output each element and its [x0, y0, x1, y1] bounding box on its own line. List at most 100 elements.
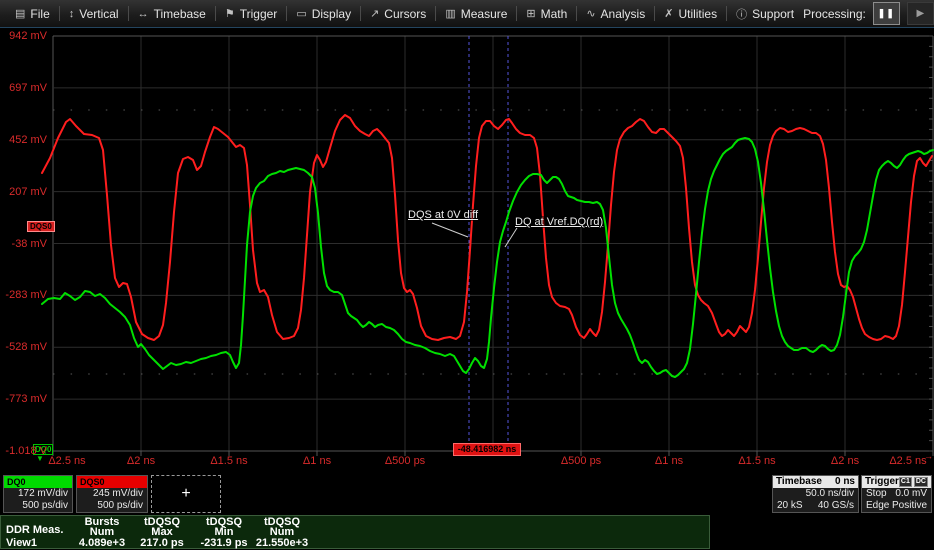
menu-item-label: File: [30, 7, 49, 21]
channel-box-dq0[interactable]: DQ0 172 mV/div 500 ps/div: [3, 475, 73, 513]
y-axis-label: 942 mV: [1, 30, 47, 42]
timebase-header: Timebase 0 ns: [773, 476, 858, 488]
support-icon: ⓘ: [736, 6, 747, 22]
trigger-title: Trigger: [865, 476, 899, 488]
processing-play-button[interactable]: ▶: [907, 2, 934, 25]
menu-bar: ▤File↕Vertical↔Timebase⚑Trigger▭Display↗…: [0, 0, 934, 28]
menu-item-cursors[interactable]: ↗ Cursors: [361, 0, 435, 27]
menu-item-timebase[interactable]: ↔ Timebase: [129, 0, 215, 27]
processing-pause-button[interactable]: ❚❚: [873, 2, 900, 25]
vertical-icon: ↕: [69, 8, 75, 20]
trigger-badge-c1: C1: [899, 477, 912, 487]
menu-item-label: Support: [752, 7, 794, 21]
timebase-acq: 20 kS 40 GS/s: [773, 500, 858, 512]
ddr-col-header: tDQSQMax: [131, 517, 193, 537]
menu-bar-right: Processing: ❚❚ ▶ Default: Undo ↶: [803, 1, 934, 27]
timebase-box[interactable]: Timebase 0 ns 50.0 ns/div 20 kS 40 GS/s: [772, 475, 859, 513]
y-axis-label: -1.018 V: [1, 445, 47, 457]
ddr-measure-table[interactable]: DDR Meas. View1 BurstsNum4.089e+3tDQSQMa…: [0, 515, 710, 549]
cursor-delta-readout[interactable]: -48.416982 ns: [453, 443, 521, 456]
x-axis-label: Δ1 ns: [303, 455, 331, 467]
y-axis-label: -283 mV: [1, 289, 47, 301]
menu-item-measure[interactable]: ▥ Measure: [436, 0, 516, 27]
menu-items: ▤File↕Vertical↔Timebase⚑Trigger▭Display↗…: [6, 0, 803, 27]
timebase-icon: ↔: [138, 8, 149, 20]
trigger-mode-line: Stop 0.0 mV: [862, 488, 931, 500]
dq0-trace: [42, 138, 933, 377]
menu-item-label: Analysis: [601, 7, 646, 21]
math-icon: ⊞: [526, 7, 535, 20]
trigger-header: Trigger C1DC: [862, 476, 931, 488]
ddr-col-value: 4.089e+3: [71, 537, 133, 549]
measure-icon: ▥: [445, 7, 455, 20]
x-axis-label: Δ2.5 ns: [889, 455, 926, 467]
menu-item-display[interactable]: ▭Display: [287, 0, 360, 27]
timebase-rate: 40 GS/s: [818, 500, 854, 512]
waveform-display: [0, 28, 934, 472]
menu-item-label: Vertical: [79, 7, 118, 21]
x-axis-label: Δ1 ns: [655, 455, 683, 467]
menu-item-utilities[interactable]: ✗ Utilities: [655, 0, 726, 27]
trigger-type-line: Edge Positive: [862, 500, 931, 512]
timebase-samples: 20 kS: [777, 500, 803, 512]
x-axis-label: Δ2.5 ns: [48, 455, 85, 467]
trigger-mode: Stop: [866, 488, 887, 500]
menu-item-analysis[interactable]: ∿ Analysis: [577, 0, 654, 27]
file-icon: ▤: [15, 7, 25, 20]
ddr-col-header: tDQSQMin: [193, 517, 255, 537]
cursors-icon: ↗: [370, 7, 379, 20]
channel-box-dqs0[interactable]: DQS0 245 mV/div 500 ps/div: [76, 475, 148, 513]
menu-item-math[interactable]: ⊞Math: [517, 0, 576, 27]
processing-label: Processing:: [803, 7, 866, 21]
x-axis-label: Δ1.5 ns: [210, 455, 247, 467]
y-axis-label: 207 mV: [1, 186, 47, 198]
trigger-slope: Positive: [892, 500, 927, 512]
menu-item-file[interactable]: ▤ File: [6, 0, 59, 27]
timebase-title: Timebase: [776, 476, 822, 488]
oscilloscope-app: ▤File↕Vertical↔Timebase⚑Trigger▭Display↗…: [0, 0, 934, 550]
annotation-leader-line: [505, 228, 517, 247]
menu-item-label: Trigger: [240, 7, 278, 21]
timebase-scale: 50.0 ns/div: [773, 488, 858, 500]
channel-dq0-header: DQ0: [4, 476, 72, 488]
timebase-offset: 0 ns: [835, 476, 855, 488]
menu-item-label: Utilities: [678, 7, 717, 21]
trigger-box[interactable]: Trigger C1DC Stop 0.0 mV Edge Positive: [861, 475, 932, 513]
menu-item-vertical[interactable]: ↕ Vertical: [60, 0, 128, 27]
menu-item-trigger[interactable]: ⚑ Trigger: [216, 0, 286, 27]
trigger-type: Edge: [866, 500, 889, 512]
analysis-icon: ∿: [586, 7, 595, 20]
annotation-leader-line: [432, 223, 468, 237]
descriptor-bar: DQ0 172 mV/div 500 ps/div DQS0 245 mV/di…: [0, 472, 934, 515]
scope-area: DQS0 DQ0 ▼ -48.416982 ns → 942 mV697 mV4…: [0, 28, 934, 472]
y-axis-label: 452 mV: [1, 134, 47, 146]
y-axis-label: -38 mV: [1, 238, 47, 250]
y-axis-label: -528 mV: [1, 341, 47, 353]
y-axis-label: -773 mV: [1, 393, 47, 405]
display-icon: ▭: [296, 7, 306, 20]
trigger-badges: C1DC: [899, 477, 928, 487]
ddr-col-header: BurstsNum: [71, 517, 133, 537]
trigger-level: 0.0 mV: [895, 488, 927, 500]
channel-dqs0-header: DQS0: [77, 476, 147, 488]
trigger-icon: ⚑: [225, 7, 235, 20]
y-axis-label: 697 mV: [1, 82, 47, 94]
menu-item-label: Cursors: [384, 7, 426, 21]
ddr-table-title: DDR Meas.: [6, 524, 63, 536]
add-trace-button[interactable]: +: [151, 475, 221, 513]
channel-dqs0-vdiv: 245 mV/div: [77, 488, 147, 500]
x-axis-label: Δ500 ps: [561, 455, 601, 467]
menu-item-label: Measure: [461, 7, 508, 21]
ddr-col-value: -231.9 ps: [193, 537, 255, 549]
dqs0-level-marker[interactable]: DQS0: [27, 221, 55, 232]
dqs0-trace: [42, 115, 932, 340]
waveform-annotation: DQ at Vref.DQ(rd): [515, 216, 603, 228]
channel-dqs0-tdiv: 500 ps/div: [77, 500, 147, 512]
x-axis-label: Δ500 ps: [385, 455, 425, 467]
channel-dq0-vdiv: 172 mV/div: [4, 488, 72, 500]
x-axis-label: Δ2 ns: [831, 455, 859, 467]
waveform-annotation: DQS at 0V diff: [408, 209, 478, 221]
menu-item-label: Timebase: [154, 7, 206, 21]
utilities-icon: ✗: [664, 7, 673, 20]
menu-item-support[interactable]: ⓘ Support: [727, 0, 803, 27]
